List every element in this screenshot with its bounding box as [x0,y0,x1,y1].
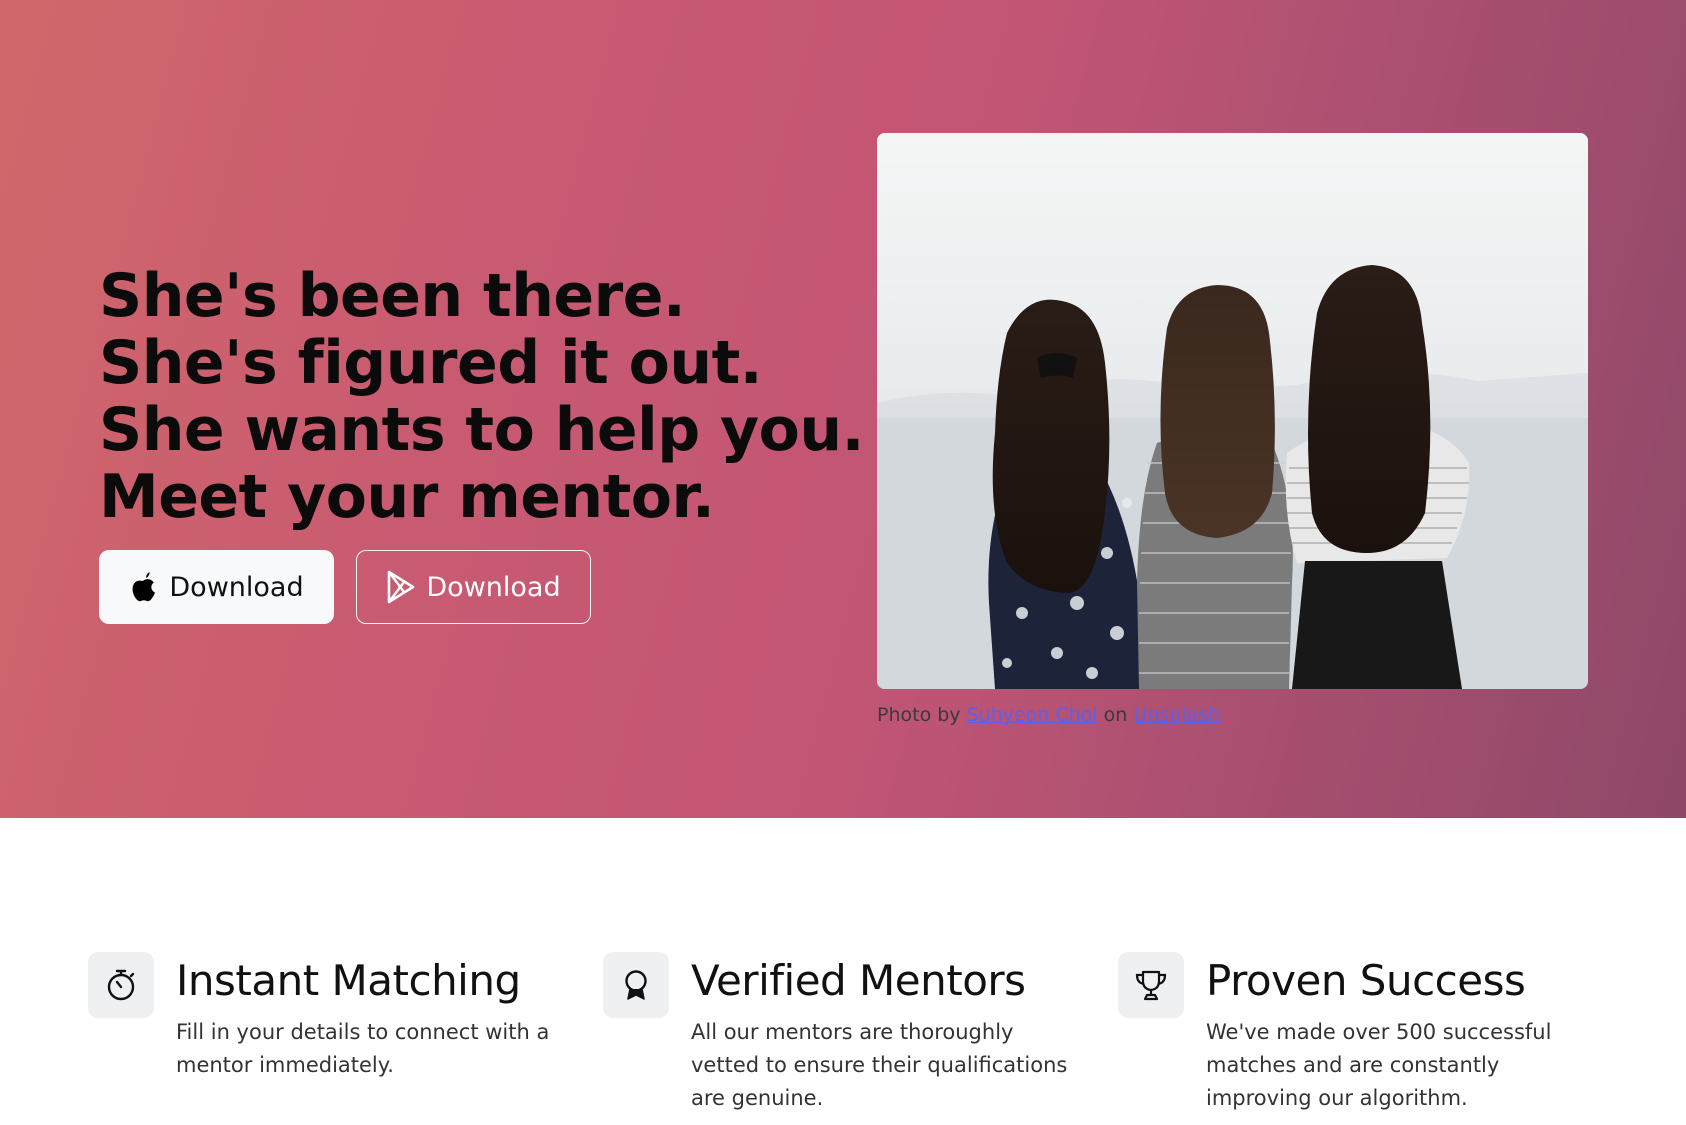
app-store-button-label: Download [169,571,304,603]
trophy-icon [1135,970,1167,1001]
headline-line-3: She wants to help you. [99,395,864,465]
headline-line-4: Meet your mentor. [99,462,715,532]
photo-credit: Photo by Suhyeon Choi on Unsplash [877,704,1220,726]
feature-description: Fill in your details to connect with a m… [176,1020,550,1077]
award-icon [625,970,647,1000]
google-play-download-button[interactable]: Download [356,550,591,624]
apple-icon [132,572,156,602]
feature-title: Verified Mentors [691,956,1026,1005]
feature-description: All our mentors are thoroughly vetted to… [691,1020,1068,1110]
credit-mid: on [1103,704,1128,726]
hero-section: She's been there. She's figured it out. … [0,0,1686,818]
headline-line-1: She's been there. [99,261,686,331]
stopwatch-icon [107,969,135,1001]
hero-photo [877,133,1588,689]
google-play-button-label: Download [426,571,561,603]
feature-title: Proven Success [1206,956,1526,1005]
credit-prefix: Photo by [877,704,961,726]
photo-author-link[interactable]: Suhyeon Choi [967,704,1098,726]
hero-headline: She's been there. She's figured it out. … [99,263,864,531]
feature-description: We've made over 500 successful matches a… [1206,1020,1552,1110]
google-play-icon [388,570,415,604]
women-photo-image [877,133,1588,689]
feature-icon-box [1118,952,1184,1018]
feature-title: Instant Matching [176,956,521,1005]
feature-icon-box [603,952,669,1018]
app-store-download-button[interactable]: Download [99,550,334,624]
unsplash-link[interactable]: Unsplash [1133,704,1220,726]
headline-line-2: She's figured it out. [99,328,763,398]
feature-icon-box [88,952,154,1018]
